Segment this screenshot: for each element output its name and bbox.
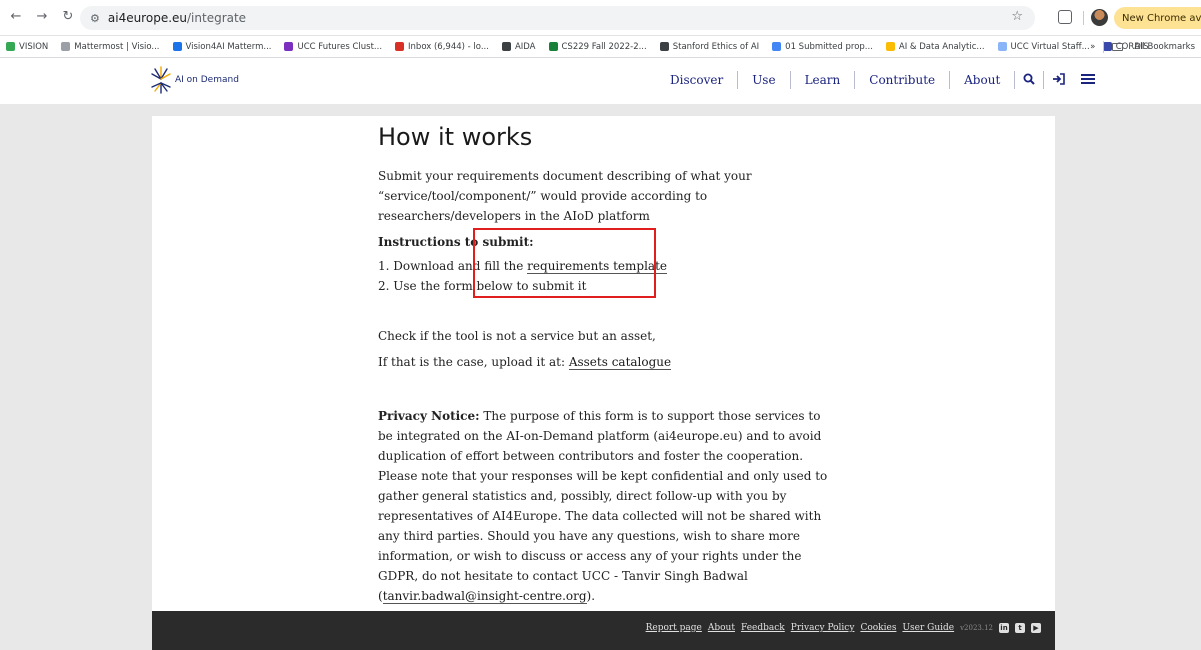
bookmark-item[interactable]: UCC Virtual Staff...	[997, 42, 1090, 52]
bookmark-item[interactable]: Vision4AI Matterm...	[172, 42, 271, 52]
footer-links: Report page About Feedback Privacy Polic…	[646, 623, 1041, 633]
bookmarks-bar: VISION Mattermost | Visio... Vision4AI Mat…	[0, 36, 1201, 58]
bookmark-item[interactable]: Mattermost | Visio...	[61, 42, 160, 52]
search-icon[interactable]	[1015, 73, 1043, 88]
site-logo[interactable]: AI on Demand	[150, 65, 239, 95]
ai-on-demand-logo-icon	[151, 66, 171, 94]
bookmark-favicon-icon	[395, 42, 405, 51]
bookmark-favicon-icon	[772, 42, 782, 51]
bookmark-item[interactable]: Inbox (6,944) - lo...	[395, 42, 489, 52]
footer-about-link[interactable]: About	[708, 623, 735, 633]
bookmark-item[interactable]: Stanford Ethics of AI	[659, 42, 759, 52]
privacy-notice-label: Privacy Notice:	[378, 409, 480, 423]
footer-report-page-link[interactable]: Report page	[646, 623, 702, 633]
more-bookmarks-icon[interactable]: »	[1090, 42, 1095, 52]
bookmark-favicon-icon	[284, 42, 294, 51]
main-nav: Discover Use Learn Contribute About	[656, 71, 1103, 89]
bookmark-favicon-icon	[659, 42, 669, 51]
url-host: ai4europe.eu	[107, 11, 187, 25]
address-bar[interactable]: ⚙ ai4europe.eu /integrate ☆	[80, 6, 1035, 30]
bookmark-item[interactable]: VISION	[6, 42, 48, 52]
nav-discover[interactable]: Discover	[656, 73, 737, 87]
nav-about[interactable]: About	[950, 73, 1014, 87]
login-icon[interactable]	[1044, 72, 1073, 88]
site-header: AI on Demand Discover Use Learn Contribu…	[0, 58, 1201, 104]
toolbar-divider	[1083, 11, 1084, 25]
profile-avatar[interactable]	[1091, 9, 1108, 26]
linkedin-icon[interactable]: in	[999, 623, 1009, 633]
back-arrow-icon[interactable]: ←	[8, 9, 24, 24]
new-chrome-available-button[interactable]: New Chrome available	[1114, 7, 1201, 29]
nav-learn[interactable]: Learn	[791, 73, 855, 87]
logo-text: AI on Demand	[175, 75, 239, 85]
browser-toolbar: ← → ↻ ⚙ ai4europe.eu /integrate ☆ New Ch…	[0, 0, 1201, 36]
footer-feedback-link[interactable]: Feedback	[741, 623, 785, 633]
intro-text: Submit your requirements document descri…	[378, 169, 752, 223]
bookmark-star-icon[interactable]: ☆	[1011, 9, 1023, 24]
bookmark-item[interactable]: AIDA	[501, 42, 536, 52]
bookmark-favicon-icon	[548, 42, 558, 51]
bookmark-item[interactable]: UCC Futures Clust...	[284, 42, 382, 52]
extensions-icon[interactable]	[1058, 10, 1072, 24]
nav-contribute[interactable]: Contribute	[855, 73, 949, 87]
page-title: How it works	[378, 123, 533, 151]
site-settings-icon[interactable]: ⚙	[90, 12, 100, 25]
nav-use[interactable]: Use	[738, 73, 789, 87]
site-footer: Report page About Feedback Privacy Polic…	[152, 611, 1055, 650]
hamburger-menu-icon[interactable]	[1073, 73, 1103, 88]
contact-email-link[interactable]: tanvir.badwal@insight-centre.org	[382, 589, 587, 604]
reload-icon[interactable]: ↻	[60, 9, 76, 24]
bookmark-favicon-icon	[172, 42, 182, 51]
privacy-notice: Privacy Notice: The purpose of this form…	[378, 409, 828, 604]
asset-upload-text: If that is the case, upload it at: Asset…	[378, 355, 672, 370]
twitter-icon[interactable]: t	[1015, 623, 1025, 633]
bookmark-item[interactable]: CS229 Fall 2022-2...	[548, 42, 647, 52]
folder-icon	[1112, 43, 1124, 51]
assets-catalogue-link[interactable]: Assets catalogue	[568, 355, 672, 370]
bookmark-favicon-icon	[997, 42, 1007, 51]
bookmark-favicon-icon	[6, 42, 15, 51]
all-bookmarks-button[interactable]: » All Bookmarks	[1090, 41, 1195, 53]
bookmark-favicon-icon	[501, 42, 511, 51]
asset-check-text: Check if the tool is not a service but a…	[378, 329, 656, 343]
footer-privacy-policy-link[interactable]: Privacy Policy	[791, 623, 855, 633]
bookmark-favicon-icon	[61, 42, 71, 51]
main-content: How it works Submit your requirements do…	[378, 122, 838, 606]
bookmark-favicon-icon	[885, 42, 895, 51]
annotation-highlight-box	[473, 228, 656, 298]
footer-cookies-link[interactable]: Cookies	[860, 623, 896, 633]
forward-arrow-icon[interactable]: →	[34, 9, 50, 24]
url-path: /integrate	[187, 11, 247, 25]
footer-user-guide-link[interactable]: User Guide	[902, 623, 954, 633]
bookmark-item[interactable]: 01 Submitted prop...	[772, 42, 873, 52]
youtube-icon[interactable]: ▶	[1031, 623, 1041, 633]
browser-nav-buttons: ← → ↻	[8, 9, 76, 24]
bookmark-item[interactable]: AI & Data Analytic...	[885, 42, 985, 52]
footer-version: v2023.12	[960, 624, 993, 632]
